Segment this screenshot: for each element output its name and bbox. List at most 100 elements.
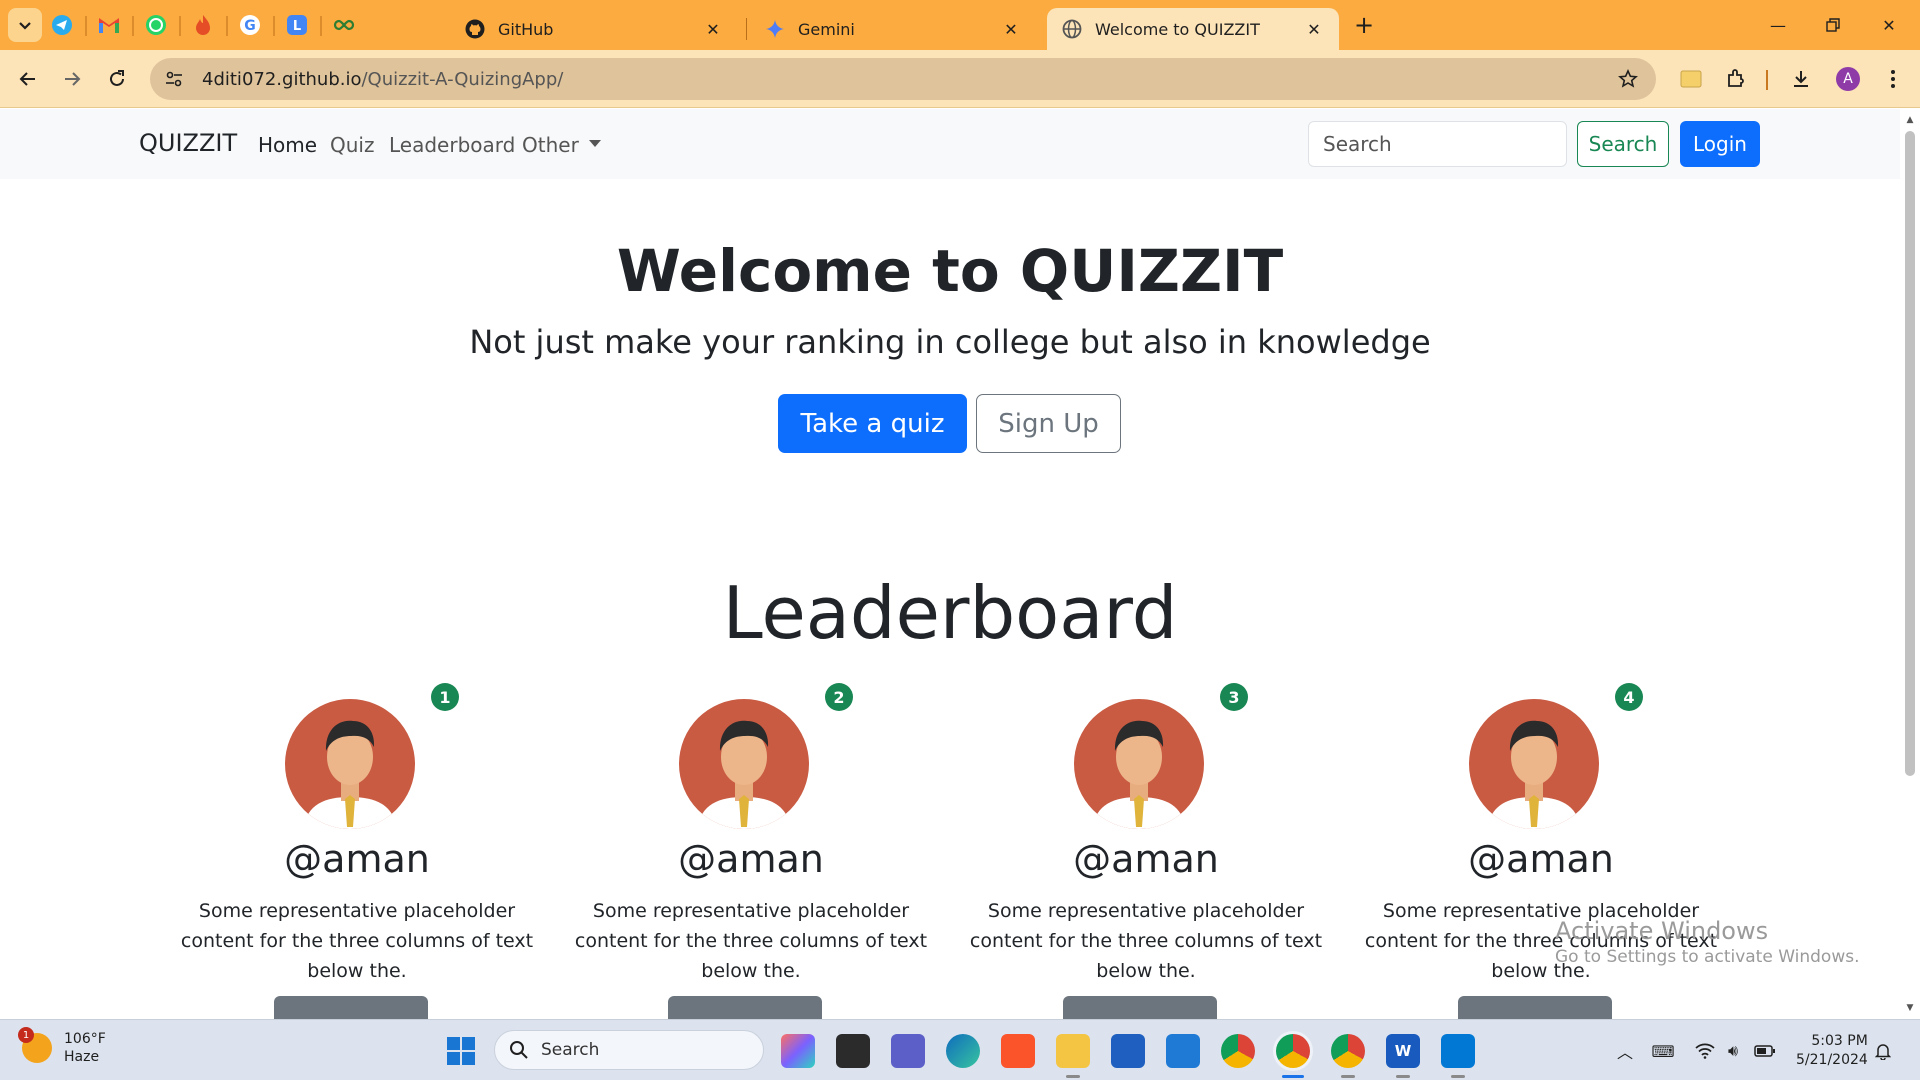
file-explorer-icon[interactable] — [1056, 1034, 1090, 1068]
site-search-input[interactable] — [1308, 121, 1567, 167]
pinned-tab-gmail[interactable] — [94, 10, 124, 40]
tray-chevron-up-icon[interactable]: ︿ — [1612, 1038, 1638, 1064]
bookmark-star-icon[interactable] — [1614, 65, 1642, 93]
close-window-icon[interactable]: ✕ — [1869, 10, 1909, 40]
download-icon[interactable] — [1786, 64, 1816, 94]
tab-separator — [132, 16, 134, 36]
nav-other-dropdown[interactable]: Other — [522, 133, 601, 157]
taskbar-search[interactable]: Search — [494, 1030, 764, 1070]
pinned-tab-telegram[interactable] — [47, 10, 77, 40]
restore-icon[interactable] — [1813, 10, 1853, 40]
address-bar[interactable]: 4diti072.github.io/Quizzit-A-QuizingApp/ — [150, 58, 1656, 100]
tab-separator — [273, 16, 275, 36]
weather-widget[interactable]: 1 106°F Haze — [18, 1027, 106, 1066]
nav-leaderboard[interactable]: Leaderboard — [389, 133, 515, 157]
task-view-icon[interactable] — [836, 1034, 870, 1068]
reload-button[interactable] — [100, 62, 134, 96]
vscode-icon[interactable] — [1441, 1034, 1475, 1068]
teams-icon[interactable] — [891, 1034, 925, 1068]
flame-icon — [196, 15, 210, 35]
pinned-tab-flame[interactable] — [188, 10, 218, 40]
watermark-title: Activate Windows — [1555, 917, 1769, 945]
chrome-profile-a-icon[interactable] — [1276, 1034, 1310, 1068]
cast-icon[interactable] — [1676, 64, 1706, 94]
chrome-profile-b-icon[interactable] — [1331, 1034, 1365, 1068]
mail-icon[interactable] — [1166, 1034, 1200, 1068]
tab-separator — [320, 16, 322, 36]
extensions-icon[interactable] — [1721, 64, 1751, 94]
pinned-tab-lens[interactable]: L — [282, 10, 312, 40]
infinity-icon — [333, 19, 355, 31]
pinned-tab-google[interactable]: G — [235, 10, 265, 40]
leaderboard-card: 1 @aman Some representative placeholder … — [177, 683, 537, 1019]
scroll-up-arrow-icon[interactable]: ▲ — [1905, 115, 1915, 125]
pinned-tab-whatsapp[interactable] — [141, 10, 171, 40]
clock-date: 5/21/2024 — [1796, 1052, 1868, 1068]
take-quiz-button[interactable]: Take a quiz — [778, 394, 967, 453]
close-tab-icon[interactable]: ✕ — [1000, 18, 1022, 40]
new-tab-button[interactable]: + — [1350, 12, 1378, 40]
windows-taskbar: 1 106°F Haze Search W ︿ ⌨ 🔊︎ 5:03 PM 5/2… — [0, 1019, 1920, 1080]
weather-temperature: 106°F — [64, 1031, 106, 1047]
leaderboard-card: 4 @aman Some representative placeholder … — [1361, 683, 1721, 1019]
scroll-down-arrow-icon[interactable]: ▼ — [1905, 1003, 1915, 1013]
edge-icon[interactable] — [946, 1034, 980, 1068]
user-avatar — [285, 699, 415, 829]
microsoft-store-icon[interactable] — [1111, 1034, 1145, 1068]
caret-down-icon — [588, 140, 601, 147]
site-info-icon[interactable] — [164, 69, 184, 89]
hero-subtitle: Not just make your ranking in college bu… — [469, 323, 1431, 361]
sign-up-button[interactable]: Sign Up — [976, 394, 1121, 453]
view-profile-button[interactable] — [1458, 996, 1612, 1019]
username: @aman — [1468, 837, 1614, 881]
brave-icon[interactable] — [1001, 1034, 1035, 1068]
close-tab-icon[interactable]: ✕ — [702, 18, 724, 40]
url-text: 4diti072.github.io/Quizzit-A-QuizingApp/ — [202, 69, 563, 90]
taskbar-clock[interactable]: 5:03 PM 5/21/2024 — [1796, 1032, 1868, 1070]
leaderboard-title: Leaderboard — [722, 571, 1178, 655]
app-indicator — [1341, 1075, 1355, 1078]
close-tab-icon[interactable]: ✕ — [1303, 18, 1325, 40]
view-profile-button[interactable] — [1063, 996, 1217, 1019]
tab-separator — [179, 16, 181, 36]
chrome-icon[interactable] — [1221, 1034, 1255, 1068]
nav-other-label: Other — [522, 133, 579, 157]
notification-bell-icon[interactable] — [1870, 1038, 1896, 1064]
user-avatar — [1469, 699, 1599, 829]
tab-search-button[interactable] — [8, 8, 42, 42]
site-brand[interactable]: QUIZZIT — [139, 129, 237, 157]
rank-badge: 3 — [1220, 683, 1248, 711]
username: @aman — [1073, 837, 1219, 881]
telegram-icon — [52, 15, 72, 35]
username: @aman — [284, 837, 430, 881]
search-button[interactable]: Search — [1577, 121, 1669, 167]
more-menu-icon[interactable] — [1878, 64, 1908, 94]
view-profile-button[interactable] — [668, 996, 822, 1019]
view-profile-button[interactable] — [274, 996, 428, 1019]
wifi-icon[interactable] — [1692, 1038, 1718, 1064]
browser-toolbar: 4diti072.github.io/Quizzit-A-QuizingApp/… — [0, 50, 1920, 108]
forward-button[interactable] — [55, 62, 89, 96]
scroll-thumb[interactable] — [1905, 131, 1915, 776]
copilot-icon[interactable] — [781, 1034, 815, 1068]
keyboard-icon[interactable]: ⌨ — [1650, 1038, 1676, 1064]
volume-icon[interactable]: 🔊︎ — [1720, 1038, 1746, 1064]
tab-github[interactable]: GitHub ✕ — [450, 8, 738, 50]
page-scrollbar[interactable]: ▲ ▼ — [1900, 109, 1920, 1019]
nav-home[interactable]: Home — [258, 133, 317, 157]
back-button[interactable] — [11, 62, 45, 96]
nav-quiz[interactable]: Quiz — [330, 133, 374, 157]
battery-icon[interactable] — [1752, 1038, 1778, 1064]
tab-divider — [746, 18, 747, 40]
windows-start-icon[interactable] — [446, 1036, 476, 1066]
word-icon[interactable]: W — [1386, 1034, 1420, 1068]
profile-avatar[interactable]: A — [1836, 67, 1860, 91]
tab-gemini[interactable]: Gemini ✕ — [750, 8, 1036, 50]
login-button[interactable]: Login — [1680, 121, 1760, 167]
card-description: Some representative placeholder content … — [969, 900, 1323, 982]
minimize-icon[interactable]: — — [1758, 10, 1798, 40]
tab-separator — [226, 16, 228, 36]
pinned-tab-infinity[interactable] — [329, 10, 359, 40]
tab-quizzit-active[interactable]: Welcome to QUIZZIT ✕ — [1047, 8, 1339, 50]
rank-badge: 4 — [1615, 683, 1643, 711]
